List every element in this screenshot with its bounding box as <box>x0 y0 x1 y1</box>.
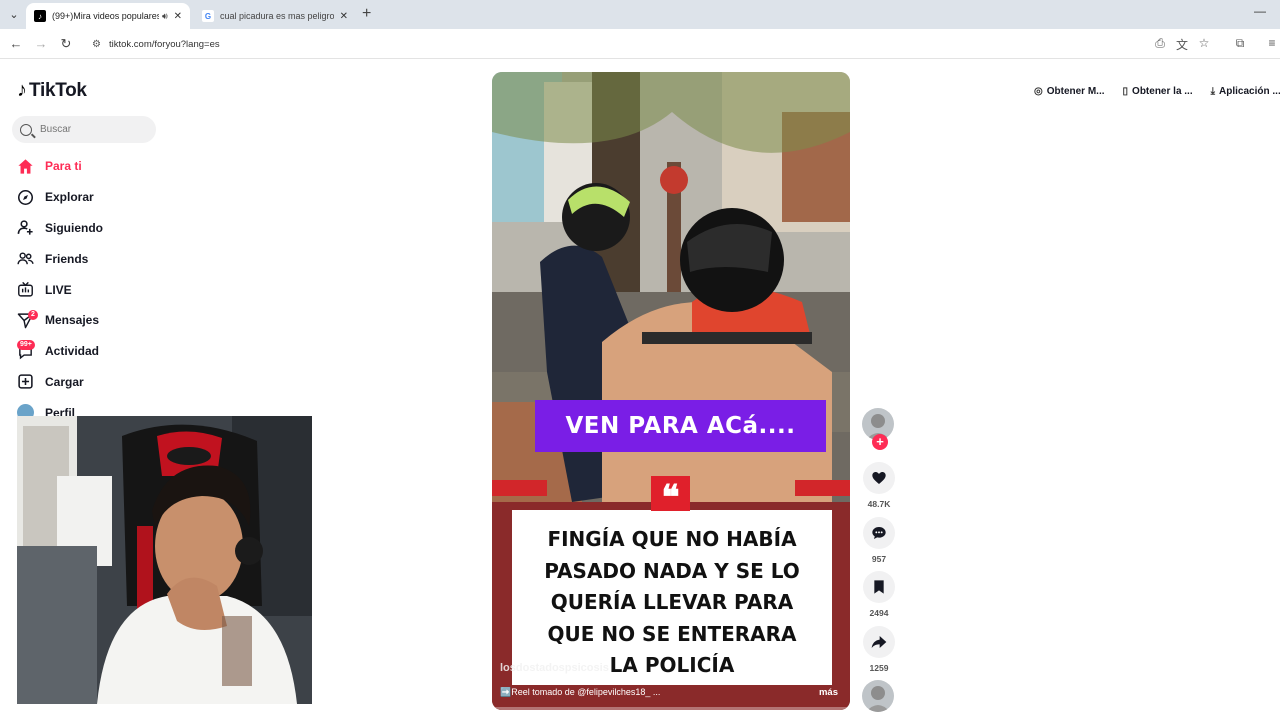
tab-google[interactable]: G cual picadura es mas peligrosa ✕ <box>194 3 356 29</box>
extensions-puzzle-icon[interactable]: ⧉ <box>1232 36 1248 51</box>
follow-plus-icon[interactable]: + <box>872 434 888 450</box>
sidebar-item-label: Siguiendo <box>45 220 103 235</box>
action-rail: + 48.7K 957 2494 1259 <box>862 408 896 712</box>
share-arrow-icon[interactable] <box>863 626 895 658</box>
get-coins-link[interactable]: ◎ Obtener M... <box>1030 84 1109 99</box>
video-player[interactable]: VEN PARA ACá.... ❝ FINGÍA QUE NO HABÍA P… <box>492 72 850 710</box>
video-author[interactable]: losdostadospsicosis <box>500 662 609 674</box>
tab-tiktok[interactable]: ♪ (99+)Mira videos populares 🔊︎ ✕ <box>26 3 190 29</box>
bookmark-icon[interactable] <box>863 571 895 603</box>
forward-arrow-icon[interactable]: → <box>33 36 49 51</box>
next-creator-avatar[interactable] <box>862 680 894 712</box>
logo-text: TikTok <box>29 79 87 101</box>
banner-text: VEN PARA ACá.... <box>565 413 796 439</box>
sidebar-item-siguiendo[interactable]: Siguiendo <box>17 213 217 244</box>
sidebar-item-actividad[interactable]: 99+ Actividad <box>17 336 217 367</box>
decor-bar-left <box>492 480 547 496</box>
top-links: ◎ Obtener M... ▯ Obtener la ... ⤓ Aplica… <box>1030 84 1280 99</box>
comment-icon[interactable] <box>863 517 895 549</box>
share-count: 1259 <box>869 663 889 673</box>
download-icon: ⤓ <box>1210 86 1216 97</box>
get-app-link[interactable]: ▯ Obtener la ... <box>1119 84 1197 99</box>
search-icon <box>20 123 32 136</box>
sidebar-nav: Para ti Explorar Siguiendo Friends LIVE … <box>17 151 217 397</box>
comment-count: 957 <box>871 554 887 564</box>
link-label: Aplicación ... <box>1219 86 1280 97</box>
tiktok-favicon-icon: ♪ <box>34 10 46 22</box>
sidebar-item-label: Friends <box>45 251 89 266</box>
address-bar-row: ← → ↻ ⚙︎ tiktok.com/foryou?lang=es ⎙ 文 ☆… <box>0 29 1280 59</box>
sidebar-item-friends[interactable]: Friends <box>17 243 217 274</box>
quote-mark-icon: ❝ <box>651 476 690 518</box>
bookmark-star-icon[interactable]: ☆ <box>1196 36 1212 50</box>
sidebar-item-label: Explorar <box>45 190 94 205</box>
sidebar-item-explorar[interactable]: Explorar <box>17 182 217 213</box>
search-input[interactable] <box>40 124 140 135</box>
tiktok-logo[interactable]: ♪ TikTok <box>17 79 87 102</box>
friends-icon <box>17 250 34 267</box>
translate-icon[interactable]: 文 <box>1174 36 1190 53</box>
quote-line: FINGÍA QUE NO HABÍA <box>547 527 797 551</box>
comment-action[interactable]: 957 <box>862 517 896 564</box>
quote-line: QUERÍA LLEVAR PARA <box>550 590 794 614</box>
compass-icon <box>17 189 34 206</box>
upload-icon <box>17 373 34 390</box>
window-minimize-icon[interactable]: — <box>1254 4 1266 18</box>
decor-bar-right <box>795 480 850 496</box>
tab-search-chevron-icon[interactable]: ⌄ <box>6 7 22 23</box>
reload-icon[interactable]: ↻ <box>58 36 74 52</box>
save-count: 2494 <box>869 608 889 618</box>
like-count: 48.7K <box>867 499 891 509</box>
save-action[interactable]: 2494 <box>862 571 896 618</box>
link-label: Obtener la ... <box>1132 86 1193 97</box>
sidebar-item-label: Para ti <box>45 159 82 174</box>
desktop-app-link[interactable]: ⤓ Aplicación ... <box>1207 84 1280 99</box>
search-box[interactable] <box>12 116 156 143</box>
side-panel-icon[interactable]: ≡ <box>1264 36 1280 50</box>
tab-title: (99+)Mira videos populares <box>52 11 159 21</box>
install-app-icon[interactable]: ⎙ <box>1152 36 1168 51</box>
video-caption: ➡️Reel tomado de @felipevilches18_ ... <box>500 687 661 697</box>
google-favicon-icon: G <box>202 10 214 22</box>
tab-title: cual picadura es mas peligrosa <box>220 11 334 21</box>
phone-icon: ▯ <box>1122 86 1129 97</box>
sidebar-item-para-ti[interactable]: Para ti <box>17 151 217 182</box>
speaker-icon[interactable]: 🔊︎ <box>162 11 168 22</box>
url-text: tiktok.com/foryou?lang=es <box>108 38 220 50</box>
tiktok-note-icon: ♪ <box>17 79 27 101</box>
caption-more-link[interactable]: más <box>819 687 838 698</box>
following-icon <box>17 219 34 236</box>
browser-tab-bar: ⌄ ♪ (99+)Mira videos populares 🔊︎ ✕ G cu… <box>0 0 1280 29</box>
messages-badge: 2 <box>28 309 38 320</box>
sidebar-item-label: Cargar <box>45 374 84 389</box>
sidebar-item-live[interactable]: LIVE <box>17 274 217 305</box>
streamer-webcam-overlay <box>17 416 312 704</box>
sidebar-item-cargar[interactable]: Cargar <box>17 367 217 398</box>
sidebar-item-label: LIVE <box>45 282 72 297</box>
site-settings-icon[interactable]: ⚙︎ <box>92 39 101 50</box>
live-icon <box>17 281 34 298</box>
quote-line: QUE NO SE ENTERARA <box>547 621 797 646</box>
tab-close-icon[interactable]: ✕ <box>174 11 182 22</box>
sidebar-item-mensajes[interactable]: 2 Mensajes <box>17 305 217 336</box>
activity-badge: 99+ <box>17 339 35 350</box>
coin-icon: ◎ <box>1034 86 1043 97</box>
back-arrow-icon[interactable]: ← <box>8 36 24 51</box>
like-action[interactable]: 48.7K <box>862 462 896 509</box>
quote-text: FINGÍA QUE NO HABÍA PASADO NADA Y SE LO … <box>512 524 832 682</box>
sidebar-item-label: Mensajes <box>45 313 100 328</box>
new-tab-plus-icon[interactable]: + <box>362 5 371 23</box>
webcam-illustration <box>17 416 312 704</box>
sidebar-item-label: Actividad <box>45 344 100 359</box>
heart-icon[interactable] <box>863 462 895 494</box>
video-banner: VEN PARA ACá.... <box>535 400 826 452</box>
home-icon <box>17 158 34 175</box>
share-action[interactable]: 1259 <box>862 626 896 673</box>
quote-line: PASADO NADA Y SE LO <box>544 558 800 583</box>
tab-close-icon[interactable]: ✕ <box>340 11 348 22</box>
video-progress-bar[interactable] <box>492 707 850 710</box>
link-label: Obtener M... <box>1046 86 1105 97</box>
url-field[interactable]: ⚙︎ tiktok.com/foryou?lang=es <box>84 33 1144 55</box>
